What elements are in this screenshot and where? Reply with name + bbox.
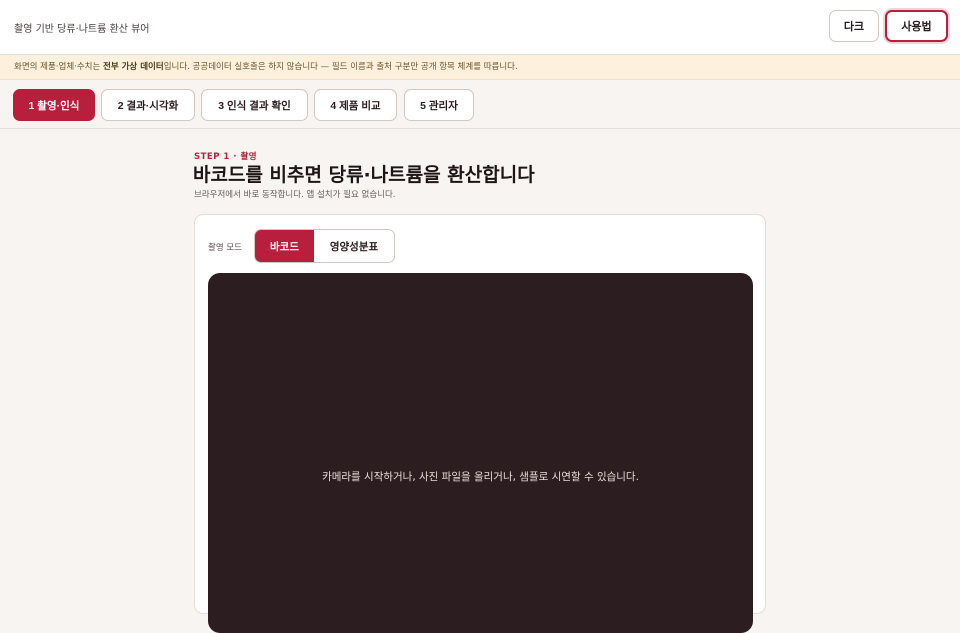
app-title: 촬영 기반 당류·나트륨 환산 뷰어 <box>14 24 150 35</box>
step-navigation: 1 촬영·인식 2 결과·시각화 3 인식 결과 확인 4 제품 비교 5 관리… <box>0 81 960 129</box>
capture-mode-selector: 바코드 영양성분표 <box>254 229 395 263</box>
tab-step-4-compare[interactable]: 4 제품 비교 <box>314 89 397 121</box>
help-button[interactable]: 사용법 <box>885 10 948 42</box>
tab-step-5-admin[interactable]: 5 관리자 <box>404 89 474 121</box>
page-description: 브라우저에서 바로 동작합니다. 앱 설치가 필요 없습니다. <box>194 190 396 200</box>
tab-step-2-results[interactable]: 2 결과·시각화 <box>101 89 195 121</box>
viewer-placeholder-message: 카메라를 시작하거나, 사진 파일을 올리거나, 샘플로 시연할 수 있습니다. <box>322 471 639 483</box>
notice-bold: 전부 가상 데이터 <box>103 62 164 72</box>
mode-barcode-option[interactable]: 바코드 <box>255 230 314 262</box>
notice-prefix: 화면의 제품·업체·수치는 <box>14 62 104 72</box>
capture-card: 촬영 모드 바코드 영양성분표 카메라를 시작하거나, 사진 파일을 올리거나,… <box>194 214 766 633</box>
camera-viewer[interactable]: 카메라를 시작하거나, 사진 파일을 올리거나, 샘플로 시연할 수 있습니다. <box>208 273 753 633</box>
tab-step-3-review[interactable]: 3 인식 결과 확인 <box>201 89 308 121</box>
dark-mode-button[interactable]: 다크 <box>829 10 879 42</box>
top-bar: 촬영 기반 당류·나트륨 환산 뷰어 다크 사용법 <box>0 0 960 55</box>
capture-mode-label: 촬영 모드 <box>208 243 242 253</box>
virtual-data-notice: 화면의 제품·업체·수치는 전부 가상 데이터입니다. 공공데이터 실호출은 하… <box>0 55 960 80</box>
notice-suffix: 입니다. 공공데이터 실호출은 하지 않습니다 — 필드 이름과 출처 구분만 … <box>163 62 518 72</box>
tab-step-1-capture[interactable]: 1 촬영·인식 <box>13 89 95 121</box>
mode-nutrition-label-option[interactable]: 영양성분표 <box>314 230 394 262</box>
page-title: 바코드를 비추면 당류·나트륨을 환산합니다 <box>193 164 535 186</box>
